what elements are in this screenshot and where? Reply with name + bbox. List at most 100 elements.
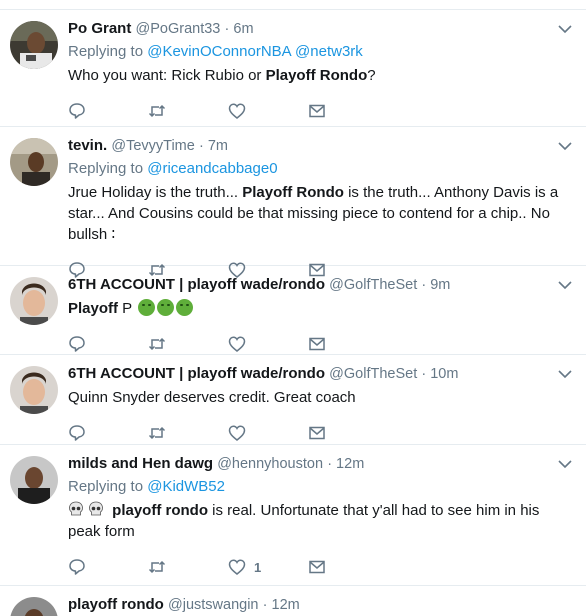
tweet[interactable]: 6TH ACCOUNT | playoff wade/rondo @GolfTh… xyxy=(0,355,586,445)
retweet-button[interactable] xyxy=(148,424,228,442)
retweet-button[interactable] xyxy=(148,102,228,120)
heart-icon xyxy=(228,559,246,575)
dm-button[interactable] xyxy=(308,335,388,353)
retweet-button[interactable] xyxy=(148,558,228,576)
reply-mention[interactable]: @KidWB52 xyxy=(147,478,225,495)
text-part: ? xyxy=(367,67,376,84)
envelope-icon xyxy=(309,337,325,351)
reply-icon xyxy=(69,336,85,352)
tweet-header: milds and Hen dawg @hennyhouston · 12m xyxy=(68,454,574,474)
tweet-actions xyxy=(68,418,574,448)
replying-to: Replying to @riceandcabbage0 xyxy=(68,159,574,179)
replying-label: Replying to xyxy=(68,478,144,495)
avatar[interactable] xyxy=(10,597,58,616)
timestamp[interactable]: · 7m xyxy=(199,138,228,154)
handle[interactable]: @hennyhouston xyxy=(217,456,323,472)
envelope-icon xyxy=(309,104,325,118)
reply-mention[interactable]: @netw3rk xyxy=(295,43,363,60)
tweet[interactable]: playoff rondo @justswangin · 12m xyxy=(0,586,586,616)
text-part: Quinn Snyder deserves credit. Great coac… xyxy=(68,389,356,406)
chevron-down-icon[interactable] xyxy=(558,280,572,290)
envelope-icon xyxy=(309,560,325,574)
retweet-button[interactable] xyxy=(148,335,228,353)
dm-button[interactable] xyxy=(308,424,388,442)
tweet[interactable]: 6TH ACCOUNT | playoff wade/rondo @GolfTh… xyxy=(0,266,586,355)
timestamp[interactable]: · 9m xyxy=(421,277,450,293)
handle[interactable]: @GolfTheSet xyxy=(329,366,417,382)
chevron-down-icon[interactable] xyxy=(558,24,572,34)
chevron-down-icon[interactable] xyxy=(558,459,572,469)
reply-mention[interactable]: @KevinOConnorNBA xyxy=(147,43,291,60)
reply-button[interactable] xyxy=(68,102,148,120)
like-button[interactable] xyxy=(228,335,308,353)
tweet-actions xyxy=(68,96,574,126)
top-divider xyxy=(0,0,586,10)
tweet-actions: 1 xyxy=(68,552,574,582)
like-button[interactable] xyxy=(228,102,308,120)
text-bold: Playoff Rondo xyxy=(242,184,344,201)
reply-icon xyxy=(69,103,85,119)
tweet[interactable]: Po Grant @PoGrant33 · 6m Replying to @Ke… xyxy=(0,10,586,127)
text-bold: Playoff Rondo xyxy=(265,67,368,84)
tweet-header: Po Grant @PoGrant33 · 6m xyxy=(68,19,574,39)
avatar[interactable] xyxy=(10,366,58,414)
nauseated-face-icon xyxy=(176,299,194,316)
tweet-text: playoff rondo is real. Unfortunate that … xyxy=(68,500,574,542)
text-part: Jrue Holiday is the truth... xyxy=(68,184,243,201)
replying-to: Replying to @KevinOConnorNBA @netw3rk xyxy=(68,42,574,62)
display-name[interactable]: playoff rondo xyxy=(68,596,164,613)
reply-button[interactable] xyxy=(68,424,148,442)
nauseated-face-icon xyxy=(157,299,175,316)
handle[interactable]: @TevyyTime xyxy=(111,138,194,154)
text-part: Who you want: Rick Rubio or xyxy=(68,67,266,84)
heart-icon xyxy=(228,425,246,441)
timestamp[interactable]: · 12m xyxy=(263,597,300,613)
replying-to: Replying to @KidWB52 xyxy=(68,477,574,497)
handle[interactable]: @PoGrant33 xyxy=(136,21,221,37)
display-name[interactable]: tevin. xyxy=(68,137,107,154)
display-name[interactable]: 6TH ACCOUNT | playoff wade/rondo xyxy=(68,276,325,293)
skull-icon xyxy=(69,501,83,516)
reply-icon xyxy=(69,559,85,575)
tweet-header: playoff rondo @justswangin · 12m xyxy=(68,595,574,615)
skull-icon xyxy=(89,501,103,516)
heart-icon xyxy=(228,336,246,352)
tweet-header: 6TH ACCOUNT | playoff wade/rondo @GolfTh… xyxy=(68,275,574,295)
retweet-icon xyxy=(148,560,166,574)
tweet-text: Playoff P xyxy=(68,298,574,319)
reply-mention[interactable]: @riceandcabbage0 xyxy=(147,160,277,177)
timestamp[interactable]: · 6m xyxy=(225,21,254,37)
dm-button[interactable] xyxy=(308,102,388,120)
dm-button[interactable] xyxy=(308,558,388,576)
reply-button[interactable] xyxy=(68,558,148,576)
like-button[interactable] xyxy=(228,424,308,442)
tweet[interactable]: tevin. @TevyyTime · 7m Replying to @rice… xyxy=(0,127,586,278)
avatar[interactable] xyxy=(10,277,58,325)
nauseated-face-icon xyxy=(138,299,156,316)
handle[interactable]: @GolfTheSet xyxy=(329,277,417,293)
chevron-down-icon[interactable] xyxy=(558,369,572,379)
replying-label: Replying to xyxy=(68,160,144,177)
like-count: 1 xyxy=(254,559,262,575)
timestamp[interactable]: · 10m xyxy=(421,366,458,382)
text-part: P xyxy=(118,300,132,317)
avatar[interactable] xyxy=(10,138,58,186)
handle[interactable]: @justswangin xyxy=(168,597,258,613)
retweet-icon xyxy=(148,337,166,351)
display-name[interactable]: Po Grant xyxy=(68,20,131,37)
tweet[interactable]: milds and Hen dawg @hennyhouston · 12m R… xyxy=(0,445,586,586)
tweet-text: Jrue Holiday is the truth... Playoff Ron… xyxy=(68,182,574,245)
reply-button[interactable] xyxy=(68,335,148,353)
text-bold: playoff rondo xyxy=(112,502,208,519)
avatar[interactable] xyxy=(10,456,58,504)
like-button[interactable]: 1 xyxy=(228,558,308,576)
heart-icon xyxy=(228,103,246,119)
envelope-icon xyxy=(309,426,325,440)
text-bold: Playoff xyxy=(68,300,119,317)
display-name[interactable]: 6TH ACCOUNT | playoff wade/rondo xyxy=(68,365,325,382)
timestamp[interactable]: · 12m xyxy=(327,456,364,472)
tweet-header: tevin. @TevyyTime · 7m xyxy=(68,136,574,156)
display-name[interactable]: milds and Hen dawg xyxy=(68,455,213,472)
chevron-down-icon[interactable] xyxy=(558,141,572,151)
avatar[interactable] xyxy=(10,21,58,69)
